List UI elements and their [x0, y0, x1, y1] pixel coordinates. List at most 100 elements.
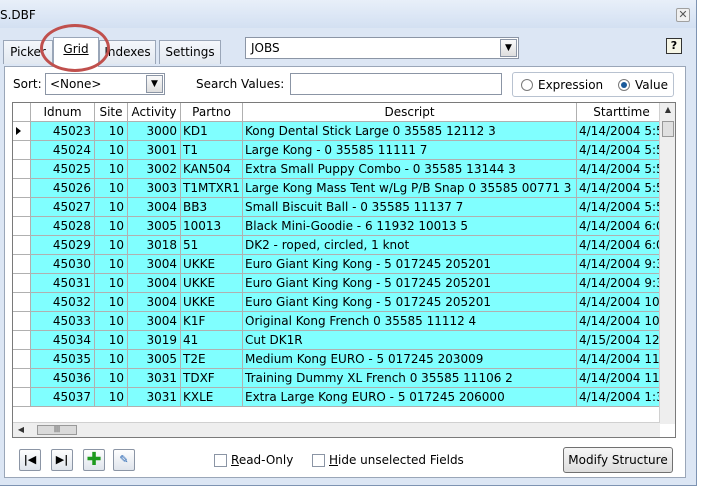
help-icon[interactable]: ? — [666, 38, 682, 54]
row-marker[interactable] — [13, 255, 31, 274]
table-cell[interactable]: 51 — [181, 236, 243, 255]
row-marker[interactable] — [13, 350, 31, 369]
table-cell[interactable]: 45034 — [31, 331, 95, 350]
table-cell[interactable]: 45037 — [31, 388, 95, 407]
table-cell[interactable]: 4/15/2004 12 — [577, 331, 660, 350]
row-marker[interactable] — [13, 122, 31, 141]
table-cell[interactable]: 10 — [95, 236, 128, 255]
table-cell[interactable]: 45032 — [31, 293, 95, 312]
table-cell[interactable]: Euro Giant King Kong - 5 017245 205201 — [243, 274, 577, 293]
tab-picker[interactable]: Picker — [3, 40, 53, 64]
row-marker[interactable] — [13, 331, 31, 350]
table-cell[interactable]: 41 — [181, 331, 243, 350]
table-cell[interactable]: 3004 — [128, 293, 181, 312]
row-marker[interactable] — [13, 141, 31, 160]
table-cell[interactable]: 45029 — [31, 236, 95, 255]
table-cell[interactable]: 10 — [95, 160, 128, 179]
table-cell[interactable]: BB3 — [181, 198, 243, 217]
table-cell[interactable]: Black Mini-Goodie - 6 11932 10013 5 — [243, 217, 577, 236]
table-cell[interactable]: Cut DK1R — [243, 331, 577, 350]
table-cell[interactable]: T1 — [181, 141, 243, 160]
first-record-icon[interactable]: |◀ — [19, 449, 41, 471]
table-cell[interactable]: 3004 — [128, 198, 181, 217]
tab-indexes[interactable]: Indexes — [99, 40, 156, 64]
table-cell[interactable]: 4/14/2004 9:3 — [577, 255, 660, 274]
radio-expression[interactable] — [521, 79, 533, 91]
table-cell[interactable]: UKKE — [181, 274, 243, 293]
column-header[interactable]: Starttime — [577, 103, 660, 122]
table-cell[interactable]: Original Kong French 0 35585 11112 4 — [243, 312, 577, 331]
table-cell[interactable]: 10 — [95, 255, 128, 274]
table-cell[interactable]: 10 — [95, 293, 128, 312]
table-cell[interactable]: 45033 — [31, 312, 95, 331]
radio-value[interactable] — [618, 79, 630, 91]
table-cell[interactable]: 4/14/2004 5:5 — [577, 179, 660, 198]
table-cell[interactable]: 45023 — [31, 122, 95, 141]
table-cell[interactable]: K1F — [181, 312, 243, 331]
column-header[interactable]: Descript — [243, 103, 577, 122]
table-cell[interactable]: Extra Large Kong EURO - 5 017245 206000 — [243, 388, 577, 407]
read-only-checkbox[interactable] — [214, 454, 227, 467]
last-record-icon[interactable]: ▶| — [51, 449, 73, 471]
horizontal-scrollbar[interactable]: ◀ ||| — [13, 422, 660, 437]
table-cell[interactable]: 3018 — [128, 236, 181, 255]
modify-structure-button[interactable]: Modify Structure — [563, 447, 673, 473]
table-cell[interactable]: 10 — [95, 388, 128, 407]
table-cell[interactable]: T2E — [181, 350, 243, 369]
row-marker[interactable] — [13, 160, 31, 179]
table-cell[interactable]: KD1 — [181, 122, 243, 141]
table-cell[interactable]: 3002 — [128, 160, 181, 179]
table-cell[interactable]: UKKE — [181, 255, 243, 274]
table-cell[interactable]: 4/14/2004 5:5 — [577, 141, 660, 160]
table-cell[interactable]: 10 — [95, 141, 128, 160]
table-cell[interactable]: Kong Dental Stick Large 0 35585 12112 3 — [243, 122, 577, 141]
table-cell[interactable]: 10 — [95, 350, 128, 369]
table-cell[interactable]: 4/14/2004 6:0 — [577, 236, 660, 255]
row-marker[interactable] — [13, 312, 31, 331]
table-cell[interactable]: TDXF — [181, 369, 243, 388]
table-cell[interactable]: 4/14/2004 1:3 — [577, 388, 660, 407]
table-cell[interactable]: 45035 — [31, 350, 95, 369]
table-cell[interactable]: 3000 — [128, 122, 181, 141]
table-cell[interactable]: 3003 — [128, 179, 181, 198]
table-cell[interactable]: Large Kong Mass Tent w/Lg P/B Snap 0 355… — [243, 179, 577, 198]
table-cell[interactable]: 45036 — [31, 369, 95, 388]
table-cell[interactable]: 3001 — [128, 141, 181, 160]
table-cell[interactable]: 45024 — [31, 141, 95, 160]
table-cell[interactable]: 10 — [95, 122, 128, 141]
scroll-up-icon[interactable]: ▲ — [663, 105, 673, 119]
table-cell[interactable]: KXLE — [181, 388, 243, 407]
table-cell[interactable]: T1MTXR1 — [181, 179, 243, 198]
table-cell[interactable]: 10 — [95, 369, 128, 388]
table-cell[interactable]: 10013 — [181, 217, 243, 236]
table-cell[interactable]: 45028 — [31, 217, 95, 236]
table-cell[interactable]: 4/14/2004 11 — [577, 350, 660, 369]
table-cell[interactable]: Extra Small Puppy Combo - 0 35585 13144 … — [243, 160, 577, 179]
table-cell[interactable]: 3005 — [128, 350, 181, 369]
vertical-scrollbar[interactable]: ▲ — [659, 103, 675, 424]
tab-grid[interactable]: Grid — [53, 37, 99, 67]
table-cell[interactable]: 45025 — [31, 160, 95, 179]
table-cell[interactable]: 3004 — [128, 255, 181, 274]
table-cell[interactable]: DK2 - roped, circled, 1 knot — [243, 236, 577, 255]
sort-dropdown[interactable]: <None> ▼ — [45, 73, 165, 95]
table-cell[interactable]: 4/14/2004 10 — [577, 293, 660, 312]
table-cell[interactable]: 45030 — [31, 255, 95, 274]
table-cell[interactable]: 10 — [95, 179, 128, 198]
table-cell[interactable]: Small Biscuit Ball - 0 35585 11137 7 — [243, 198, 577, 217]
table-dropdown[interactable]: JOBS ▼ — [245, 37, 519, 59]
table-cell[interactable]: 3019 — [128, 331, 181, 350]
row-marker[interactable] — [13, 217, 31, 236]
table-cell[interactable]: 45031 — [31, 274, 95, 293]
table-cell[interactable]: 3031 — [128, 369, 181, 388]
row-marker[interactable] — [13, 236, 31, 255]
table-cell[interactable]: Euro Giant King Kong - 5 017245 205201 — [243, 255, 577, 274]
table-cell[interactable]: 4/14/2004 11 — [577, 369, 660, 388]
column-header[interactable]: Site — [95, 103, 128, 122]
table-cell[interactable]: Euro Giant King Kong - 5 017245 205201 — [243, 293, 577, 312]
scroll-thumb[interactable] — [662, 121, 674, 137]
scroll-thumb[interactable]: ||| — [37, 425, 77, 435]
scroll-left-icon[interactable]: ◀ — [15, 424, 27, 436]
table-cell[interactable]: 4/14/2004 6:0 — [577, 217, 660, 236]
table-cell[interactable]: 10 — [95, 274, 128, 293]
